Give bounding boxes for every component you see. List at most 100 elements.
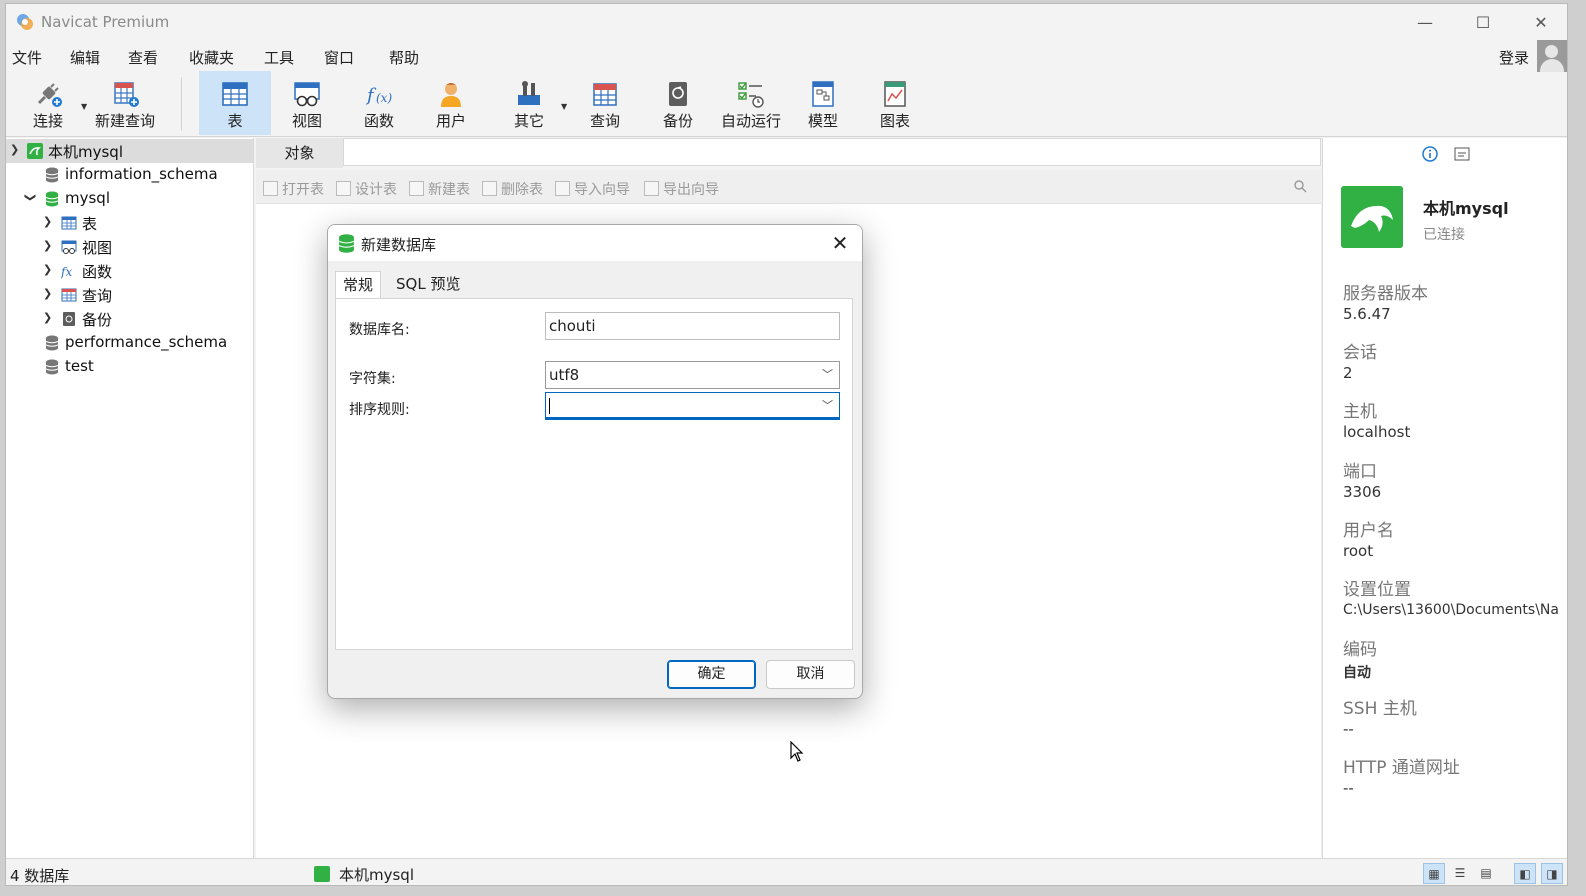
info-icon[interactable] xyxy=(1422,146,1438,162)
export-wizard-button[interactable]: 导出向导 xyxy=(644,179,719,199)
chart-icon xyxy=(884,81,906,107)
detail-view-icon[interactable]: ▤ xyxy=(1475,863,1497,884)
menu-window[interactable]: 窗口 xyxy=(324,47,354,68)
view-button[interactable]: 视图 xyxy=(278,71,336,135)
info-label: 服务器版本 xyxy=(1343,284,1428,304)
list-view-icon[interactable]: ☰ xyxy=(1449,863,1471,884)
charset-select[interactable]: utf8 ﹀ xyxy=(545,361,840,389)
left-pane-icon[interactable]: ◧ xyxy=(1514,863,1536,884)
tree-item-tables[interactable]: ❯ 表 xyxy=(6,211,253,235)
info-label: 用户名 xyxy=(1343,521,1394,541)
table-button[interactable]: 表 xyxy=(199,71,271,135)
query-icon xyxy=(593,83,617,106)
tree-item-database[interactable]: ❯ mysql xyxy=(6,187,253,211)
user-avatar-icon[interactable] xyxy=(1537,40,1567,72)
user-button[interactable]: 用户 xyxy=(422,71,480,135)
collation-select[interactable]: ﹀ xyxy=(545,392,840,420)
search-icon[interactable] xyxy=(1293,179,1307,193)
database-icon xyxy=(338,234,355,253)
tree-item-queries[interactable]: ❯ 查询 xyxy=(6,283,253,307)
chevron-right-icon[interactable]: ❯ xyxy=(43,311,52,324)
cancel-button[interactable]: 取消 xyxy=(766,660,855,689)
menu-file[interactable]: 文件 xyxy=(12,47,42,68)
db-name-label: 数据库名: xyxy=(349,322,410,338)
tree-item-database[interactable]: performance_schema xyxy=(6,331,253,355)
info-label: 设置位置 xyxy=(1343,580,1411,600)
tree-item-database[interactable]: information_schema xyxy=(6,163,253,187)
navicat-logo-icon xyxy=(17,14,33,30)
info-value: 5.6.47 xyxy=(1343,305,1391,323)
new-table-button[interactable]: 新建表 xyxy=(409,179,470,199)
function-fx-icon: f (x) xyxy=(365,85,392,106)
tab-general[interactable]: 常规 xyxy=(335,271,382,298)
new-database-dialog: 新建数据库 ✕ 常规 SQL 预览 数据库名: 字符集: utf8 ﹀ 排序规则… xyxy=(327,224,863,699)
query-button[interactable]: 查询 xyxy=(576,71,634,135)
menu-edit[interactable]: 编辑 xyxy=(70,47,100,68)
mysql-connection-icon xyxy=(314,866,330,882)
text-caret xyxy=(549,398,550,414)
maximize-button[interactable]: ☐ xyxy=(1463,11,1503,35)
automation-button[interactable]: 自动运行 xyxy=(716,71,786,135)
delete-table-button[interactable]: 删除表 xyxy=(482,179,543,199)
chevron-right-icon[interactable]: ❯ xyxy=(43,263,52,276)
info-label: 编码 xyxy=(1343,640,1377,660)
mouse-pointer-icon xyxy=(790,741,804,762)
database-icon xyxy=(45,335,59,351)
right-pane-icon[interactable]: ◨ xyxy=(1541,863,1563,884)
other-button[interactable]: 其它 xyxy=(500,71,558,135)
new-query-button[interactable]: 新建查询 xyxy=(92,71,158,135)
status-connection: 本机mysql xyxy=(339,866,414,884)
automation-checklist-icon xyxy=(738,82,764,108)
info-label: 主机 xyxy=(1343,402,1377,422)
new-query-icon xyxy=(114,82,139,107)
info-panel: 本机mysql 已连接 服务器版本 5.6.47 会话 2 主机 localho… xyxy=(1322,138,1567,858)
toolbar-separator xyxy=(181,77,182,131)
mysql-connection-icon xyxy=(27,143,43,159)
connect-button[interactable]: 连接 xyxy=(20,71,76,135)
tree-item-backups[interactable]: ❯ 备份 xyxy=(6,307,253,331)
status-bar: 4 数据库 本机mysql ▦ ☰ ▤ ◧ ◨ xyxy=(6,858,1567,885)
open-table-button[interactable]: 打开表 xyxy=(263,179,324,199)
tab-objects[interactable]: 对象 xyxy=(256,138,343,168)
tree-item-database[interactable]: test xyxy=(6,355,253,379)
connect-dropdown-icon[interactable]: ▼ xyxy=(81,102,87,111)
tree-item-connection[interactable]: ❯ 本机mysql xyxy=(6,139,253,163)
other-dropdown-icon[interactable]: ▼ xyxy=(561,102,567,111)
chevron-right-icon[interactable]: ❯ xyxy=(43,239,52,252)
design-table-button[interactable]: 设计表 xyxy=(336,179,397,199)
chevron-right-icon[interactable]: ❯ xyxy=(43,287,52,300)
ddl-icon[interactable] xyxy=(1454,146,1470,162)
model-button[interactable]: 模型 xyxy=(794,71,852,135)
close-window-button[interactable]: ✕ xyxy=(1521,11,1561,35)
info-label: HTTP 通道网址 xyxy=(1343,758,1460,778)
chevron-down-icon[interactable]: ❯ xyxy=(24,193,37,202)
view-glasses-icon xyxy=(294,82,320,107)
view-icon xyxy=(61,240,77,254)
grid-view-icon[interactable]: ▦ xyxy=(1423,863,1445,884)
menu-tools[interactable]: 工具 xyxy=(264,47,294,68)
login-link[interactable]: 登录 xyxy=(1499,47,1529,68)
tab-sql-preview[interactable]: SQL 预览 xyxy=(389,271,467,298)
backup-button[interactable]: 备份 xyxy=(649,71,707,135)
chevron-down-icon: ﹀ xyxy=(822,399,833,412)
model-icon xyxy=(812,81,834,107)
chart-button[interactable]: 图表 xyxy=(866,71,924,135)
menu-help[interactable]: 帮助 xyxy=(389,47,419,68)
chevron-down-icon[interactable]: ❯ xyxy=(10,143,19,156)
info-value: C:\Users\13600\Documents\Na xyxy=(1343,602,1559,618)
db-name-input[interactable] xyxy=(545,312,840,340)
database-icon xyxy=(45,359,59,375)
import-wizard-button[interactable]: 导入向导 xyxy=(555,179,630,199)
app-title: Navicat Premium xyxy=(41,13,170,31)
close-icon[interactable]: ✕ xyxy=(827,230,853,256)
backup-icon xyxy=(669,82,687,106)
tree-item-functions[interactable]: ❯ fx 函数 xyxy=(6,259,253,283)
minimize-button[interactable]: — xyxy=(1405,11,1445,35)
tree-item-views[interactable]: ❯ 视图 xyxy=(6,235,253,259)
function-button[interactable]: f (x) 函数 xyxy=(350,71,408,135)
ok-button[interactable]: 确定 xyxy=(667,660,756,689)
chevron-right-icon[interactable]: ❯ xyxy=(43,215,52,228)
menu-favorites[interactable]: 收藏夹 xyxy=(189,47,234,68)
object-tab-strip: 对象 xyxy=(256,138,1321,168)
menu-view[interactable]: 查看 xyxy=(128,47,158,68)
